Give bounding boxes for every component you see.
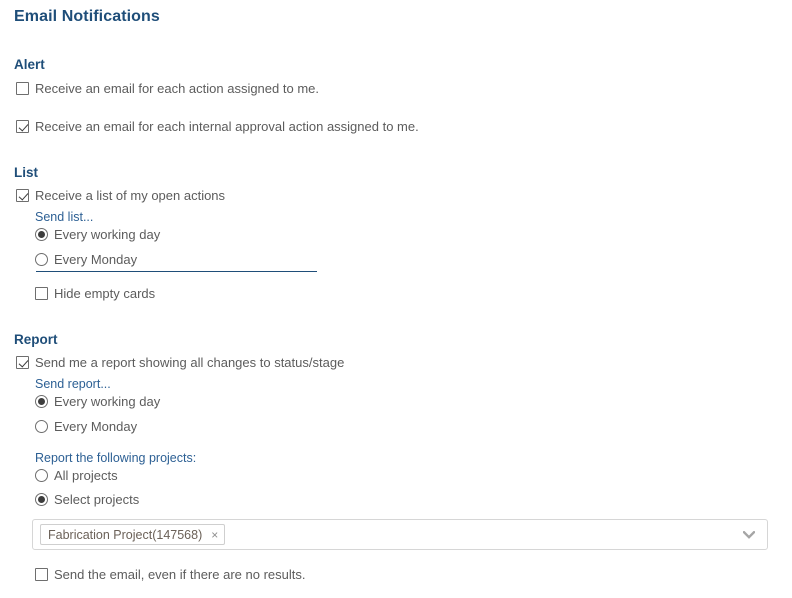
checkbox-row-send-email-no-results[interactable]: Send the email, even if there are no res… <box>35 567 305 582</box>
radio-row-all-projects[interactable]: All projects <box>35 468 118 483</box>
checkbox-label-list-open-actions: Receive a list of my open actions <box>35 188 226 203</box>
radio-row-list-every-monday[interactable]: Every Monday <box>35 252 137 267</box>
radio-row-list-every-working-day[interactable]: Every working day <box>35 227 160 242</box>
checkbox-label-alert-action: Receive an email for each action assigne… <box>35 81 319 96</box>
radio-label-list-every-monday: Every Monday <box>54 252 138 267</box>
checkbox-row-report-status-changes[interactable]: Send me a report showing all changes to … <box>16 355 344 370</box>
section-title-alert: Alert <box>14 57 45 72</box>
radio-list-every-working-day[interactable] <box>35 228 48 241</box>
checkbox-label-alert-internal-approval: Receive an email for each internal appro… <box>35 119 419 134</box>
checkbox-list-open-actions[interactable] <box>16 189 29 202</box>
checkbox-hide-empty-cards[interactable] <box>35 287 48 300</box>
radio-label-report-every-monday: Every Monday <box>54 419 138 434</box>
email-notifications-page: Email Notifications Alert Receive an ema… <box>0 0 792 598</box>
radio-label-all-projects: All projects <box>54 468 118 483</box>
project-chip[interactable]: Fabrication Project(147568) × <box>40 524 226 545</box>
label-send-report-frequency: Send report... <box>35 377 111 391</box>
checkbox-row-hide-empty-cards[interactable]: Hide empty cards <box>35 286 155 301</box>
page-title: Email Notifications <box>14 8 160 25</box>
label-report-following-projects: Report the following projects: <box>35 451 197 465</box>
checkbox-label-send-email-no-results: Send the email, even if there are no res… <box>54 567 306 582</box>
radio-report-every-working-day[interactable] <box>35 395 48 408</box>
checkbox-row-alert-action[interactable]: Receive an email for each action assigne… <box>16 81 319 96</box>
radio-row-report-every-working-day[interactable]: Every working day <box>35 394 160 409</box>
list-section-divider <box>36 271 317 272</box>
checkbox-alert-internal-approval[interactable] <box>16 120 29 133</box>
radio-select-projects[interactable] <box>35 493 48 506</box>
checkbox-label-hide-empty-cards: Hide empty cards <box>54 286 156 301</box>
label-send-list-frequency: Send list... <box>35 210 94 224</box>
radio-list-every-monday[interactable] <box>35 253 48 266</box>
checkbox-send-email-no-results[interactable] <box>35 568 48 581</box>
radio-label-report-every-working-day: Every working day <box>54 394 161 409</box>
project-chip-label: Fabrication Project(147568) <box>48 527 203 542</box>
radio-row-report-every-monday[interactable]: Every Monday <box>35 419 137 434</box>
checkbox-alert-action[interactable] <box>16 82 29 95</box>
section-title-list: List <box>14 165 39 180</box>
chevron-down-icon[interactable] <box>743 530 755 539</box>
project-multiselect[interactable]: Fabrication Project(147568) × <box>32 519 768 550</box>
section-title-report: Report <box>14 332 58 347</box>
close-icon[interactable]: × <box>211 529 218 541</box>
checkbox-row-list-open-actions[interactable]: Receive a list of my open actions <box>16 188 225 203</box>
radio-label-list-every-working-day: Every working day <box>54 227 161 242</box>
radio-all-projects[interactable] <box>35 469 48 482</box>
radio-report-every-monday[interactable] <box>35 420 48 433</box>
checkbox-row-alert-internal-approval[interactable]: Receive an email for each internal appro… <box>16 119 419 134</box>
checkbox-label-report-status-changes: Send me a report showing all changes to … <box>35 355 345 370</box>
radio-row-select-projects[interactable]: Select projects <box>35 492 139 507</box>
checkbox-report-status-changes[interactable] <box>16 356 29 369</box>
radio-label-select-projects: Select projects <box>54 492 140 507</box>
